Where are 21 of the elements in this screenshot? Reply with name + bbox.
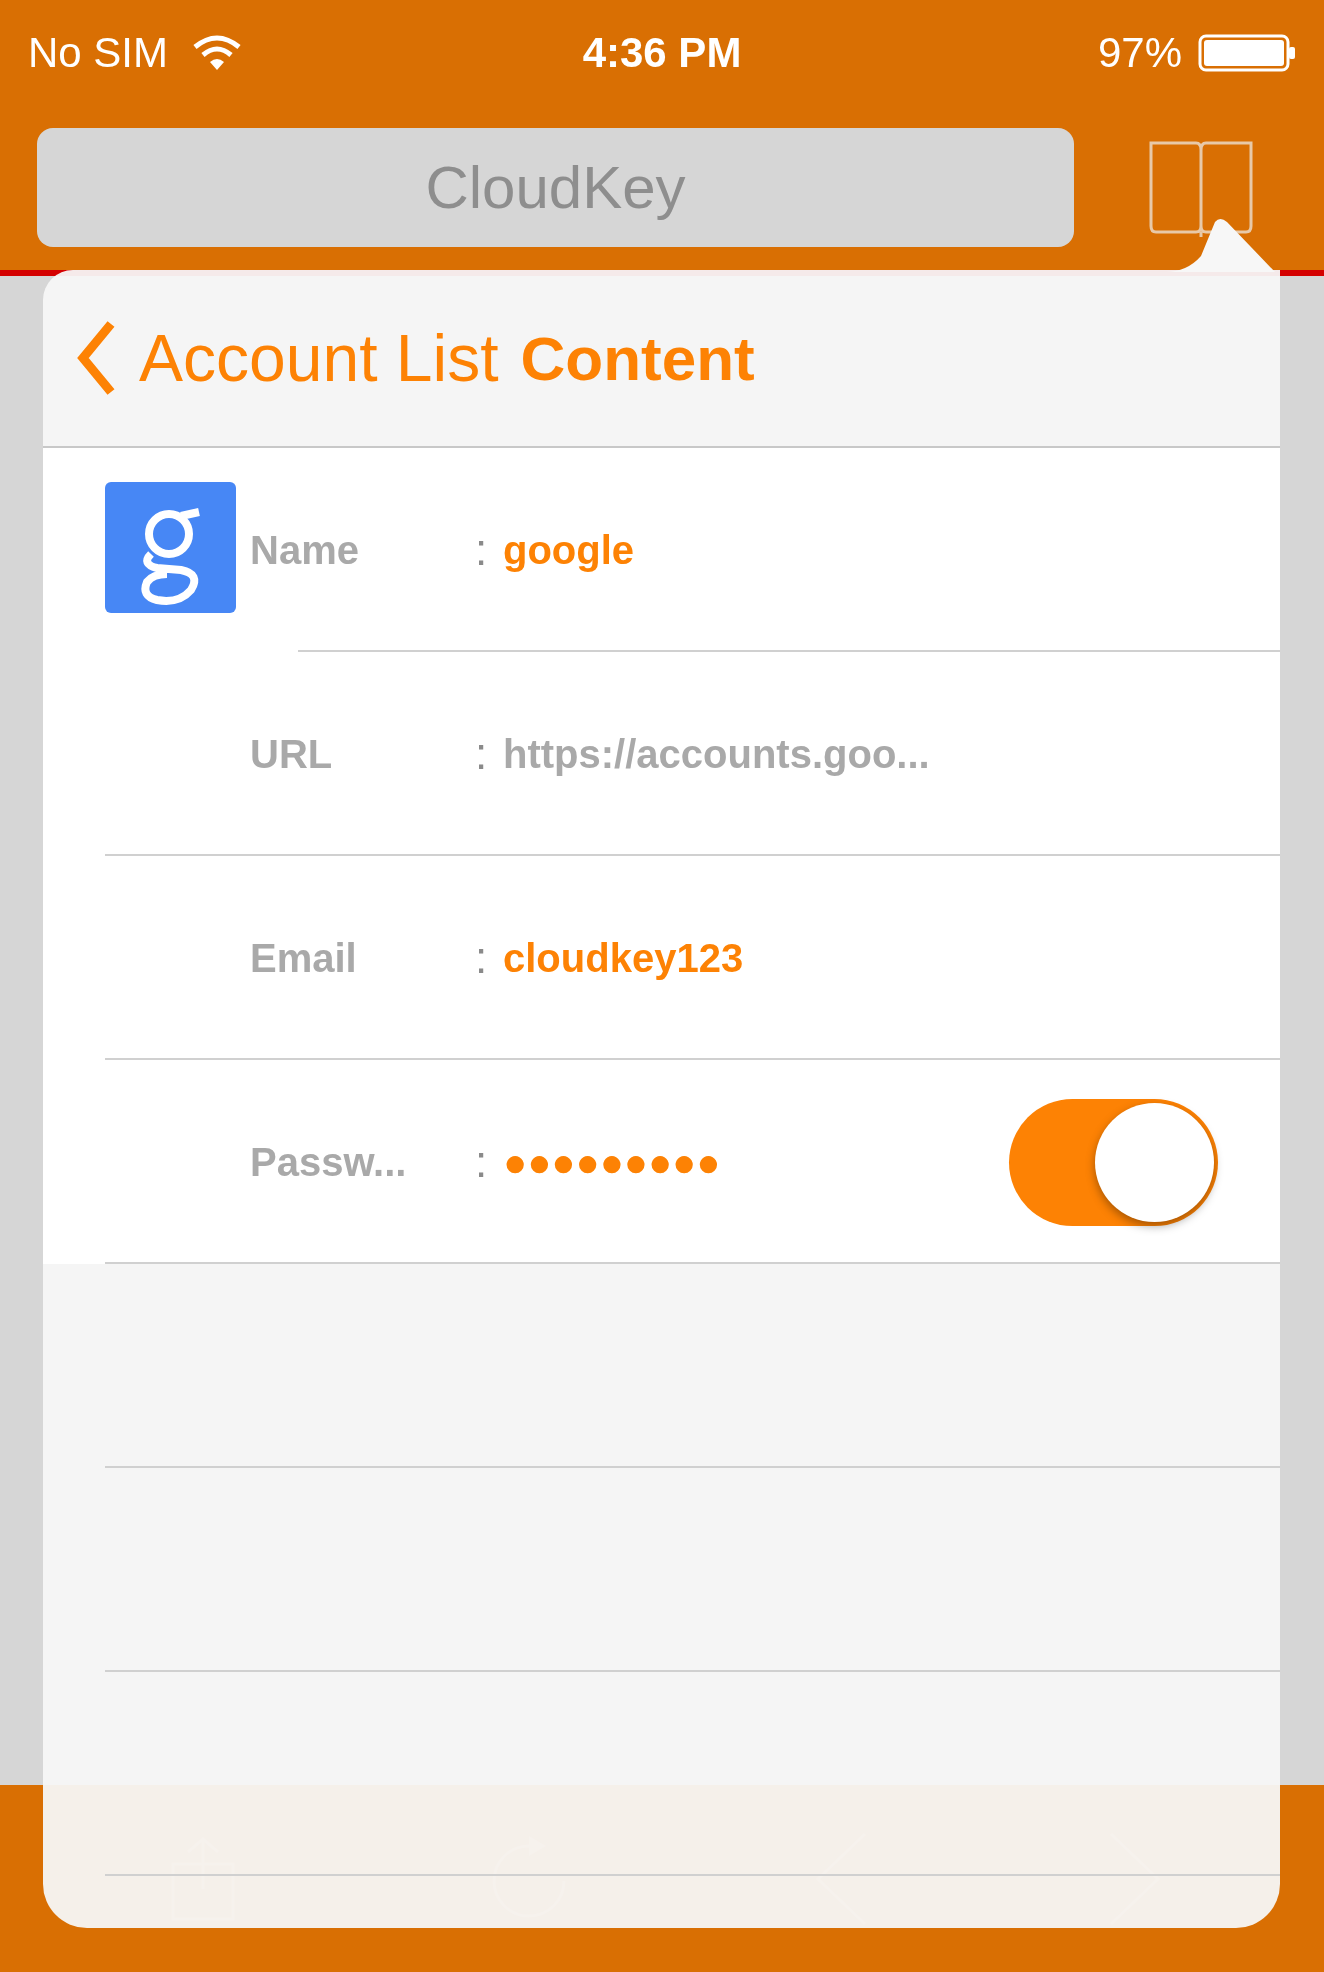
search-field[interactable]: CloudKey (37, 128, 1074, 247)
field-separator: : (475, 524, 489, 576)
field-value: cloudkey123 (503, 935, 745, 982)
field-label: Passw... (250, 1139, 408, 1186)
chevron-left-icon (77, 320, 117, 396)
field-separator: : (475, 932, 489, 984)
back-button[interactable]: Account List (77, 308, 499, 408)
field-value: ●●●●●●●●● (503, 1139, 722, 1186)
wifi-icon (192, 34, 243, 71)
clock-text: 4:36 PM (582, 28, 742, 78)
carrier-text: No SIM (28, 28, 169, 78)
field-label: Name (250, 527, 360, 574)
field-label: Email (250, 935, 358, 982)
field-value: https://accounts.goo... (503, 731, 931, 778)
field-label: URL (250, 731, 334, 778)
battery-icon (1198, 33, 1296, 72)
field-separator: : (475, 1136, 489, 1188)
field-separator: : (475, 728, 489, 780)
field-value: google (503, 527, 636, 574)
popover-title: Content (520, 322, 755, 395)
battery-text: 97% (1097, 28, 1182, 78)
